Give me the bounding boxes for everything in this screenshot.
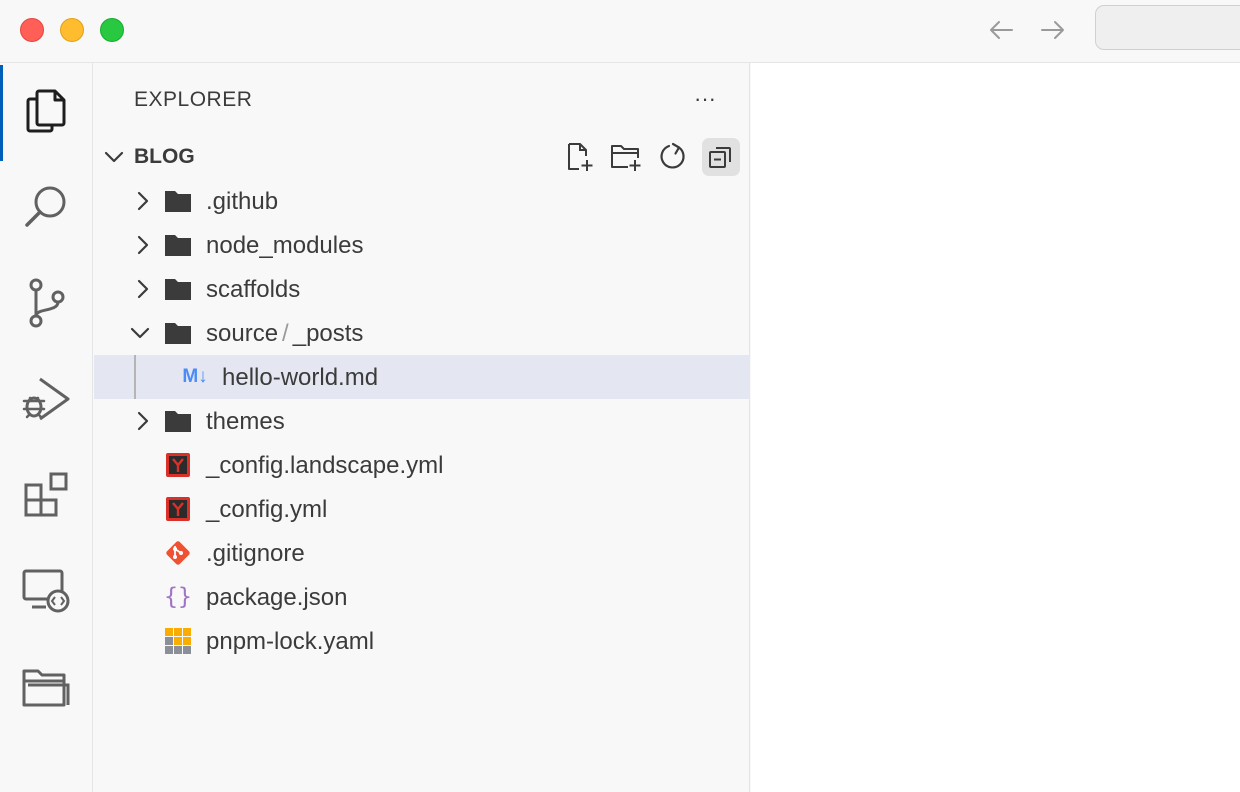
new-folder-button[interactable]	[607, 138, 645, 176]
markdown-icon: M↓	[182, 366, 208, 387]
new-folder-icon	[611, 145, 641, 171]
folder-icon	[22, 669, 70, 707]
tree-item-label: .github	[206, 188, 279, 215]
command-center-search[interactable]	[1095, 5, 1240, 50]
activity-explorer[interactable]	[0, 65, 92, 161]
folder-section-header[interactable]: BLOG	[94, 133, 750, 179]
tree-item-source-posts[interactable]: source / _posts	[94, 311, 750, 355]
activity-search[interactable]	[0, 161, 92, 253]
tree-item-gitignore[interactable]: .gitignore	[94, 531, 750, 575]
folder-icon	[164, 231, 192, 259]
activity-extensions[interactable]	[0, 449, 92, 541]
path-segment: source	[206, 320, 279, 347]
activity-bar	[0, 63, 93, 792]
arrow-left-icon	[990, 21, 1013, 39]
refresh-icon	[660, 142, 685, 169]
indent-guide	[134, 355, 136, 399]
tree-item-config-yml[interactable]: _config.yml	[94, 487, 750, 531]
explorer-title: EXPLORER	[134, 88, 253, 111]
chevron-right-icon	[137, 235, 149, 255]
collapse-all-icon	[709, 147, 731, 168]
chevron-right-icon	[137, 411, 149, 431]
remote-explorer-icon	[22, 569, 70, 613]
folder-open-icon	[164, 319, 192, 347]
new-file-button[interactable]	[560, 138, 598, 176]
tree-item-label: package.json	[206, 584, 348, 611]
explorer-sidebar: EXPLORER ··· BLOG .github node_modules s…	[94, 63, 750, 792]
chevron-down-icon	[130, 327, 150, 339]
path-separator: /	[282, 320, 289, 347]
collapse-all-button[interactable]	[702, 138, 740, 176]
tree-item-node-modules[interactable]: node_modules	[94, 223, 750, 267]
tree-item-label: themes	[206, 408, 285, 435]
tree-item-label: hello-world.md	[222, 364, 379, 391]
arrow-right-icon	[1041, 21, 1064, 39]
more-actions-button[interactable]: ···	[687, 85, 723, 113]
chevron-down-icon	[104, 151, 124, 163]
tree-item-label: .gitignore	[206, 540, 305, 567]
json-icon: {}	[164, 584, 192, 610]
chevron-right-icon	[137, 279, 149, 299]
folder-name: BLOG	[134, 145, 195, 168]
pnpm-icon	[164, 627, 192, 655]
maximize-window-button[interactable]	[100, 18, 124, 42]
yaml-icon	[164, 451, 192, 479]
go-back-button[interactable]	[985, 14, 1017, 46]
tree-item-package-json[interactable]: {} package.json	[94, 575, 750, 619]
minimize-window-button[interactable]	[60, 18, 84, 42]
tree-item-label: node_modules	[206, 232, 364, 259]
folder-icon	[164, 407, 192, 435]
tree-item-scaffolds[interactable]: scaffolds	[94, 267, 750, 311]
refresh-button[interactable]	[654, 138, 692, 176]
tree-item-label: _config.landscape.yml	[206, 452, 444, 479]
go-forward-button[interactable]	[1037, 14, 1069, 46]
folder-icon	[164, 275, 192, 303]
tree-item-label: _config.yml	[206, 496, 328, 523]
activity-source-control[interactable]	[0, 257, 92, 349]
tree-item-label: source / _posts	[206, 320, 363, 348]
activity-run-debug[interactable]	[0, 353, 92, 445]
tree-item-hello-world-md[interactable]: M↓ hello-world.md	[94, 355, 750, 399]
tree-item-label: pnpm-lock.yaml	[206, 628, 375, 655]
activity-folders[interactable]	[0, 641, 92, 733]
git-icon	[164, 539, 192, 567]
search-icon	[25, 186, 66, 227]
tree-item-label: scaffolds	[206, 276, 301, 303]
path-segment: _posts	[292, 320, 364, 347]
yaml-icon	[164, 495, 192, 523]
tree-item-themes[interactable]: themes	[94, 399, 750, 443]
tree-item-github[interactable]: .github	[94, 179, 750, 223]
source-control-icon	[29, 278, 65, 328]
activity-remote-explorer[interactable]	[0, 545, 92, 637]
folder-icon	[164, 187, 192, 215]
extensions-icon	[24, 472, 68, 517]
title-bar	[0, 0, 1240, 63]
tree-item-config-landscape-yml[interactable]: _config.landscape.yml	[94, 443, 750, 487]
ellipsis-icon: ···	[694, 86, 716, 111]
files-icon	[26, 89, 66, 133]
tree-item-pnpm-lock-yaml[interactable]: pnpm-lock.yaml	[94, 619, 750, 663]
chevron-right-icon	[137, 191, 149, 211]
editor-area[interactable]	[751, 63, 1240, 792]
run-debug-icon	[22, 377, 70, 421]
new-file-icon	[568, 143, 593, 171]
close-window-button[interactable]	[20, 18, 44, 42]
